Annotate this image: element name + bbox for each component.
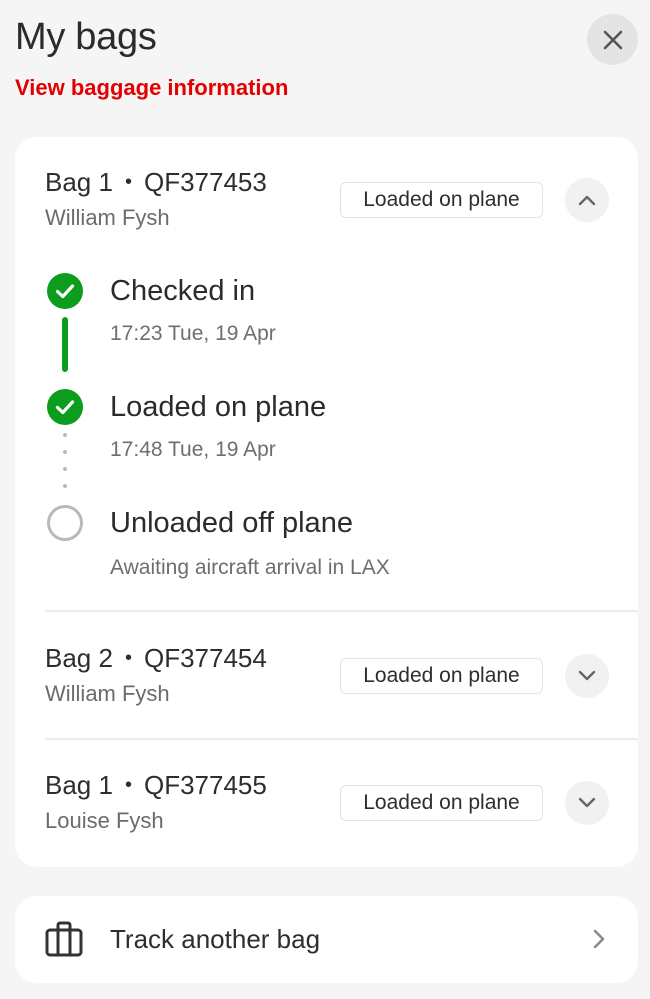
separator-dot: • [124,774,132,796]
bag-label: Bag 1 [45,167,113,197]
close-button[interactable] [587,14,638,65]
bag-title: Bag 1 • QF377453 [45,167,267,198]
status-badge: Loaded on plane [340,658,543,694]
separator-dot: • [124,647,132,669]
step-title: Loaded on plane [110,391,327,423]
chevron-down-icon [578,670,596,681]
expand-button[interactable] [565,781,609,825]
close-icon [603,30,622,49]
step-timestamp: 17:48 Tue, 19 Apr [110,438,276,461]
bag-tag-number: QF377453 [143,167,267,197]
separator-dot: • [124,171,132,193]
empty-circle-icon [47,505,83,541]
step-title: Checked in [110,275,256,307]
expand-button[interactable] [565,654,609,698]
bag-label: Bag 1 [45,770,113,800]
timeline-connector-dot [63,450,67,454]
chevron-down-icon [578,797,596,808]
bag-owner: William Fysh [45,681,170,706]
page-title: My bags [15,16,157,58]
track-another-bag-button[interactable]: Track another bag [15,896,638,983]
chevron-up-icon [578,195,596,206]
bag-tag-number: QF377454 [143,643,267,673]
header: My bags View baggage information [0,0,650,130]
bag-owner: Louise Fysh [45,808,164,833]
bag-title: Bag 1 • QF377455 [45,770,267,801]
step-title: Unloaded off plane [110,507,353,539]
collapse-button[interactable] [565,178,609,222]
status-badge: Loaded on plane [340,785,543,821]
suitcase-icon [45,921,83,957]
bags-card: Bag 1 • QF377453 William Fysh Loaded on pl… [15,137,638,867]
view-baggage-information-link[interactable]: View baggage information [15,75,288,101]
bag-label: Bag 2 [45,643,113,673]
track-another-bag-label: Track another bag [110,924,321,954]
bag-item[interactable]: Bag 1 • QF377453 William Fysh Loaded on pl… [15,157,638,257]
step-subtitle: Awaiting aircraft arrival in LAX [110,556,390,579]
chevron-right-icon [593,929,605,949]
bag-title: Bag 2 • QF377454 [45,643,267,674]
timeline-connector-complete [62,317,68,372]
bag-tag-number: QF377455 [143,770,267,800]
divider [45,738,638,740]
status-badge: Loaded on plane [340,182,543,218]
timeline-connector-dot [63,467,67,471]
bag-item[interactable]: Bag 2 • QF377454 William Fysh Loaded on pl… [15,633,638,733]
check-circle-icon [47,389,83,425]
step-timestamp: 17:23 Tue, 19 Apr [110,322,276,345]
timeline-connector-dot [63,433,67,437]
bag-item[interactable]: Bag 1 • QF377455 Louise Fysh Loaded on pla… [15,760,638,860]
timeline-connector-dot [63,484,67,488]
bag-owner: William Fysh [45,205,170,230]
divider [45,610,638,612]
check-circle-icon [47,273,83,309]
